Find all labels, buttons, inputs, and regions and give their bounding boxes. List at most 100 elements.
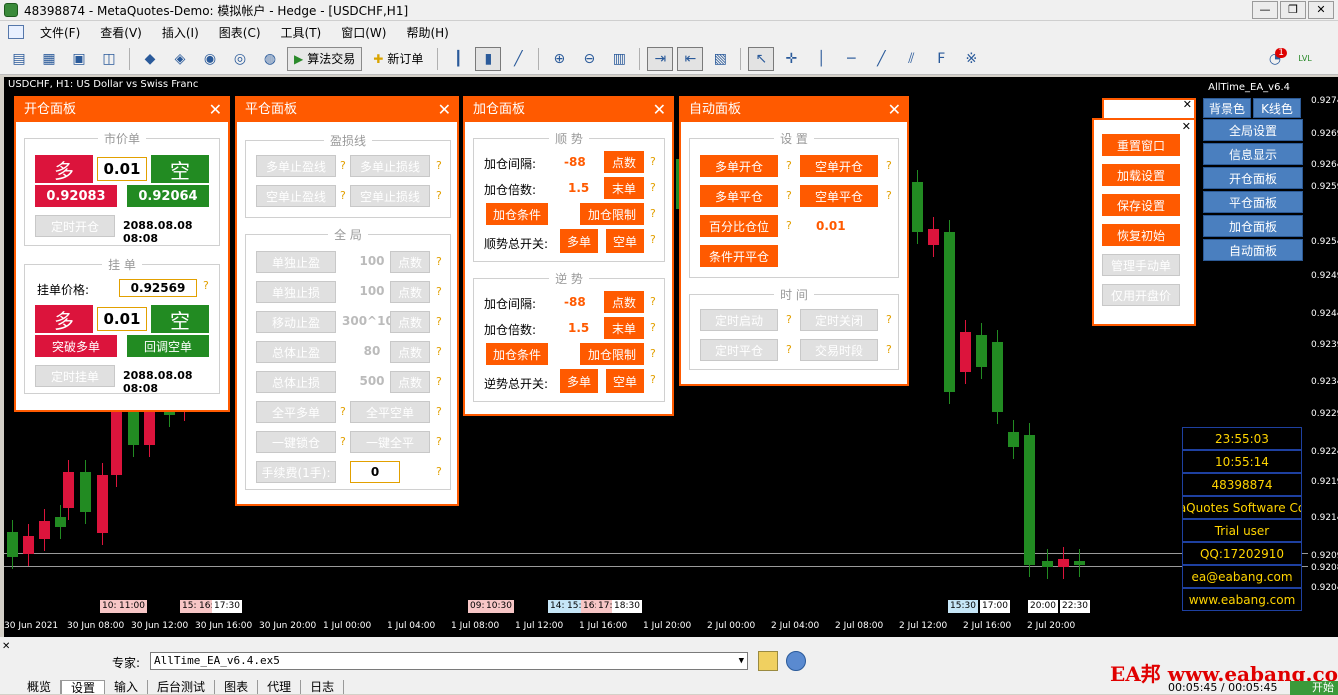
autoscroll-icon[interactable]: ⇥ bbox=[647, 46, 674, 71]
add-limit-button[interactable]: 加仓限制 bbox=[580, 343, 644, 365]
data-window-icon[interactable]: ◫ bbox=[96, 47, 122, 71]
side-panel-toggle-button[interactable]: 平仓面板 bbox=[1203, 191, 1303, 213]
background-color-button[interactable]: 背景色 bbox=[1203, 98, 1251, 118]
strategy-icon[interactable]: ◉ bbox=[197, 47, 223, 71]
start-button[interactable]: 开始 bbox=[1290, 681, 1338, 695]
notifications-icon[interactable]: ◔ 1 bbox=[1262, 47, 1288, 71]
help-icon[interactable]: ? bbox=[436, 255, 442, 268]
last-order-button[interactable]: 末单 bbox=[604, 317, 644, 339]
expert-select[interactable]: AllTime_EA_v6.4.ex5 ▼ bbox=[150, 652, 748, 670]
add-interval-value[interactable]: -88 bbox=[564, 155, 586, 169]
profiles-icon[interactable]: ▦ bbox=[36, 47, 62, 71]
add-multiplier-value[interactable]: 1.5 bbox=[568, 321, 589, 335]
menu-chart[interactable]: 图表(C) bbox=[209, 24, 271, 41]
help-icon[interactable]: ? bbox=[650, 347, 656, 360]
help-icon[interactable]: ? bbox=[436, 315, 442, 328]
timed-start-button[interactable]: 定时启动 bbox=[700, 309, 778, 331]
open-panel-close-icon[interactable]: ✕ bbox=[209, 98, 222, 122]
help-icon[interactable]: ? bbox=[650, 233, 656, 246]
help-icon[interactable]: ? bbox=[650, 155, 656, 168]
auto-sell-open-button[interactable]: 空单开仓 bbox=[800, 155, 878, 177]
help-icon[interactable]: ? bbox=[436, 285, 442, 298]
points-button[interactable]: 点数 bbox=[390, 251, 430, 273]
auto-sell-close-button[interactable]: 空单平仓 bbox=[800, 185, 878, 207]
sell-sl-line-button[interactable]: 空单止损线 bbox=[350, 185, 430, 207]
tester-tab[interactable]: 后台测试 bbox=[148, 680, 216, 694]
shapes-icon[interactable]: ※ bbox=[958, 47, 984, 71]
menu-help[interactable]: 帮助(H) bbox=[396, 24, 458, 41]
tile-windows-icon[interactable]: ▥ bbox=[606, 47, 632, 71]
help-icon[interactable]: ? bbox=[436, 345, 442, 358]
ask-price[interactable]: 0.92064 bbox=[127, 185, 209, 207]
pending-sell-button[interactable]: 空 bbox=[151, 305, 209, 333]
points-button[interactable]: 点数 bbox=[604, 151, 644, 173]
tester-tab[interactable]: 输入 bbox=[105, 680, 149, 694]
help-icon[interactable]: ? bbox=[650, 181, 656, 194]
help-icon[interactable]: ? bbox=[340, 159, 346, 172]
points-button[interactable]: 点数 bbox=[390, 311, 430, 333]
channel-icon[interactable]: ⫽ bbox=[898, 47, 924, 71]
auto-panel-close-icon[interactable]: ✕ bbox=[888, 98, 901, 122]
timed-open-button[interactable]: 定时开仓 bbox=[35, 215, 115, 237]
timed-stop-button[interactable]: 定时关闭 bbox=[800, 309, 878, 331]
algo-trading-button[interactable]: ▶ 算法交易 bbox=[287, 46, 363, 71]
auto-buy-close-button[interactable]: 多单平仓 bbox=[700, 185, 778, 207]
market-lot-input[interactable]: 0.01 bbox=[97, 157, 147, 181]
close-all-buy-button[interactable]: 全平多单 bbox=[256, 401, 336, 423]
lvl-icon[interactable]: LVL bbox=[1292, 47, 1318, 71]
candlestick-icon[interactable]: ▮ bbox=[475, 46, 502, 71]
minimize-button[interactable]: — bbox=[1252, 1, 1278, 19]
help-icon[interactable]: ? bbox=[650, 295, 656, 308]
menu-window[interactable]: 窗口(W) bbox=[331, 24, 396, 41]
close-panel-close-icon[interactable]: ✕ bbox=[438, 98, 451, 122]
bid-price[interactable]: 0.92083 bbox=[35, 185, 117, 207]
reset-window-button[interactable]: 重置窗口 bbox=[1102, 134, 1180, 156]
percent-position-button[interactable]: 百分比仓位 bbox=[700, 215, 778, 237]
help-icon[interactable]: ? bbox=[650, 373, 656, 386]
help-icon[interactable]: ? bbox=[886, 313, 892, 326]
menu-file[interactable]: 文件(F) bbox=[30, 24, 90, 41]
load-settings-button[interactable]: 加载设置 bbox=[1102, 164, 1180, 186]
pending-lot-input[interactable]: 0.01 bbox=[97, 307, 147, 331]
pending-price-input[interactable]: 0.92569 bbox=[119, 279, 197, 297]
help-icon[interactable]: ? bbox=[886, 159, 892, 172]
add-condition-button[interactable]: 加仓条件 bbox=[486, 203, 548, 225]
vertical-line-icon[interactable]: │ bbox=[808, 47, 834, 71]
add-buy-switch[interactable]: 多单 bbox=[560, 369, 598, 393]
percent-value[interactable]: 0.01 bbox=[816, 219, 846, 233]
help-icon[interactable]: ? bbox=[786, 219, 792, 232]
indicators-icon[interactable]: ▧ bbox=[707, 47, 733, 71]
add-interval-value[interactable]: -88 bbox=[564, 295, 586, 309]
breakout-buy-button[interactable]: 突破多单 bbox=[35, 335, 117, 357]
signals-icon[interactable]: ◎ bbox=[227, 47, 253, 71]
restore-button[interactable]: ❐ bbox=[1280, 1, 1306, 19]
tester-tab[interactable]: 日志 bbox=[301, 680, 345, 694]
tester-tab[interactable]: 设置 bbox=[61, 680, 106, 695]
add-buy-switch[interactable]: 多单 bbox=[560, 229, 598, 253]
tester-tab[interactable]: 概览 bbox=[18, 680, 62, 694]
last-order-button[interactable]: 末单 bbox=[604, 177, 644, 199]
sell-tp-line-button[interactable]: 空单止盈线 bbox=[256, 185, 336, 207]
add-condition-button[interactable]: 加仓条件 bbox=[486, 343, 548, 365]
close-rule-button[interactable]: 单独止损 bbox=[256, 281, 336, 303]
help-icon[interactable]: ? bbox=[340, 189, 346, 202]
restore-defaults-button[interactable]: 恢复初始 bbox=[1102, 224, 1180, 246]
conditional-open-close-button[interactable]: 条件开平仓 bbox=[700, 245, 778, 267]
side-panel-toggle-button[interactable]: 加仓面板 bbox=[1203, 215, 1303, 237]
close-button[interactable]: ✕ bbox=[1308, 1, 1334, 19]
add-sell-switch[interactable]: 空单 bbox=[606, 369, 644, 393]
help-icon[interactable]: ? bbox=[886, 343, 892, 356]
side-panel-toggle-button[interactable]: 开仓面板 bbox=[1203, 167, 1303, 189]
side-panel-toggle-button[interactable]: 全局设置 bbox=[1203, 119, 1303, 141]
points-button[interactable]: 点数 bbox=[390, 281, 430, 303]
help-icon[interactable]: ? bbox=[650, 207, 656, 220]
close-rule-button[interactable]: 总体止损 bbox=[256, 371, 336, 393]
close-all-sell-button[interactable]: 全平空单 bbox=[350, 401, 430, 423]
tester-tab[interactable]: 图表 bbox=[215, 680, 259, 694]
help-icon[interactable]: ? bbox=[340, 405, 346, 418]
toolbox-icon[interactable]: ◈ bbox=[167, 47, 193, 71]
crosshair-icon[interactable]: ✛ bbox=[778, 47, 804, 71]
help-icon[interactable]: ? bbox=[436, 465, 442, 478]
close-rule-button[interactable]: 单独止盈 bbox=[256, 251, 336, 273]
save-settings-button[interactable]: 保存设置 bbox=[1102, 194, 1180, 216]
